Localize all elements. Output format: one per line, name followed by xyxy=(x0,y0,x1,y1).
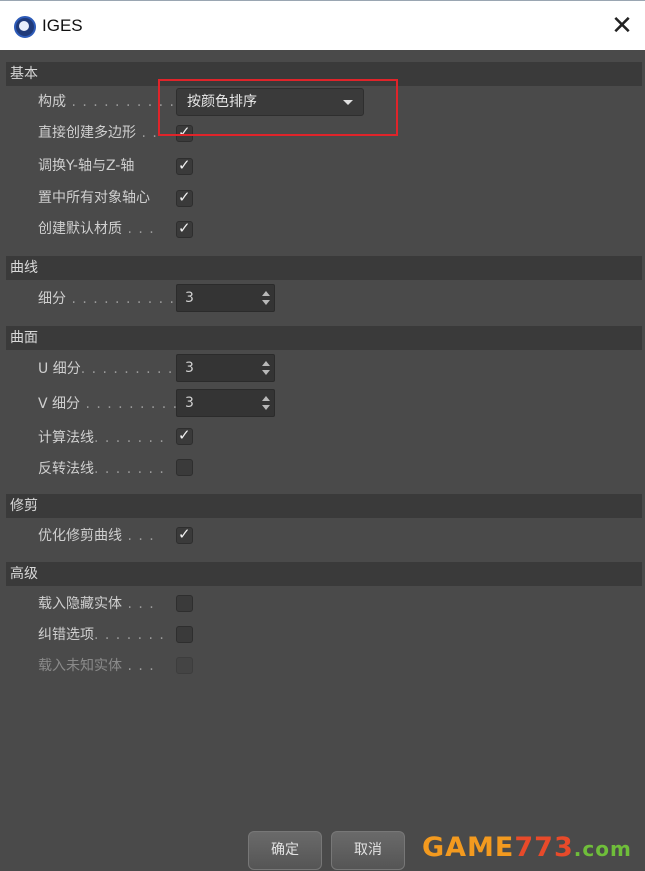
section-header-basic: 基本 xyxy=(6,62,642,86)
composition-label: 构成 xyxy=(38,94,66,110)
v-subdivision-dots: . . . . . . . . . xyxy=(80,396,179,412)
reverse-normals-row: 反转法线. . . . . . . xyxy=(38,457,165,481)
compute-normals-checkbox[interactable] xyxy=(176,426,193,445)
v-subdivision-label: V 细分 xyxy=(38,396,81,412)
stepper-arrows-icon[interactable] xyxy=(262,361,270,375)
watermark-part2: 773 xyxy=(514,832,574,863)
error-options-dots: . . . . . . . xyxy=(94,627,165,643)
u-subdivision-dots: . . . . . . . . . xyxy=(80,361,174,377)
swap-yz-checkbox[interactable] xyxy=(176,156,193,175)
u-subdivision-row: U 细分. . . . . . . . . xyxy=(38,357,173,381)
load-hidden-row: 载入隐藏实体 . . . xyxy=(38,592,155,616)
v-subdivision-stepper[interactable]: 3 xyxy=(176,389,275,417)
section-header-surfaces: 曲面 xyxy=(6,326,642,350)
curve-subdivision-label: 细分 xyxy=(38,291,66,307)
composition-dots: . . . . . . . . . . xyxy=(66,94,176,110)
load-hidden-dots: . . . xyxy=(122,596,155,612)
ok-button[interactable]: 确定 xyxy=(248,831,322,870)
load-unknown-dots: . . . xyxy=(122,658,155,674)
compute-normals-row: 计算法线. . . . . . . xyxy=(38,426,165,450)
load-hidden-label: 载入隐藏实体 xyxy=(38,596,122,612)
swap-yz-row: 调换Y-轴与Z-轴 xyxy=(38,154,134,178)
u-subdivision-stepper[interactable]: 3 xyxy=(176,354,275,382)
curve-subdivision-value: 3 xyxy=(185,290,194,306)
create-polygons-label: 直接创建多边形 xyxy=(38,125,136,141)
reverse-normals-dots: . . . . . . . xyxy=(94,461,165,477)
error-options-checkbox[interactable] xyxy=(176,626,193,643)
center-axes-row: 置中所有对象轴心 xyxy=(38,186,150,210)
center-axes-label: 置中所有对象轴心 xyxy=(38,190,150,206)
optimize-trim-checkbox[interactable] xyxy=(176,525,193,544)
close-button[interactable]: ✕ xyxy=(607,11,637,41)
load-unknown-checkbox xyxy=(176,657,193,674)
default-material-row: 创建默认材质 . . . xyxy=(38,217,155,241)
reverse-normals-checkbox[interactable] xyxy=(176,459,193,476)
composition-value: 按颜色排序 xyxy=(187,94,257,110)
site-watermark-logo: GAME773.com xyxy=(422,830,632,866)
cinema4d-app-icon xyxy=(14,16,36,38)
composition-dropdown[interactable]: 按颜色排序 xyxy=(176,88,364,116)
error-options-label: 纠错选项 xyxy=(38,627,94,643)
u-subdivision-label: U 细分 xyxy=(38,361,81,377)
optimize-trim-label: 优化修剪曲线 xyxy=(38,528,122,544)
compute-normals-label: 计算法线 xyxy=(38,430,94,446)
v-subdivision-row: V 细分 . . . . . . . . . xyxy=(38,392,178,416)
section-header-trim: 修剪 xyxy=(6,494,642,518)
default-material-label: 创建默认材质 xyxy=(38,221,122,237)
v-subdivision-value: 3 xyxy=(185,395,194,411)
compute-normals-dots: . . . . . . . xyxy=(94,430,165,446)
composition-label-row: 构成 . . . . . . . . . . xyxy=(38,90,175,114)
watermark-part3: .com xyxy=(573,837,632,861)
create-polygons-checkbox[interactable] xyxy=(176,123,193,142)
load-unknown-row: 载入未知实体 . . . xyxy=(38,654,155,678)
swap-yz-label: 调换Y-轴与Z-轴 xyxy=(38,158,135,174)
cancel-button[interactable]: 取消 xyxy=(331,831,405,870)
error-options-row: 纠错选项. . . . . . . xyxy=(38,623,165,647)
window-title: IGES xyxy=(42,16,83,35)
title-bar: IGES ✕ xyxy=(0,0,645,50)
stepper-arrows-icon[interactable] xyxy=(262,291,270,305)
dialog-content: 基本 构成 . . . . . . . . . . 按颜色排序 直接创建多边形 … xyxy=(0,50,645,871)
curve-subdivision-row: 细分 . . . . . . . . . . . xyxy=(38,287,186,311)
load-hidden-checkbox[interactable] xyxy=(176,595,193,612)
stepper-arrows-icon[interactable] xyxy=(262,396,270,410)
optimize-trim-dots: . . . xyxy=(122,528,155,544)
section-header-advanced: 高级 xyxy=(6,562,642,586)
center-axes-checkbox[interactable] xyxy=(176,188,193,207)
curve-subdivision-stepper[interactable]: 3 xyxy=(176,284,275,312)
reverse-normals-label: 反转法线 xyxy=(38,461,94,477)
optimize-trim-row: 优化修剪曲线 . . . xyxy=(38,524,155,548)
u-subdivision-value: 3 xyxy=(185,360,194,376)
load-unknown-label: 载入未知实体 xyxy=(38,658,122,674)
default-material-dots: . . . xyxy=(122,221,155,237)
watermark-part1: GAME xyxy=(422,832,515,863)
default-material-checkbox[interactable] xyxy=(176,219,193,238)
section-header-curves: 曲线 xyxy=(6,256,642,280)
chevron-down-icon xyxy=(343,100,353,105)
curve-subdivision-dots: . . . . . . . . . . . xyxy=(66,291,186,307)
create-polygons-row: 直接创建多边形 . . xyxy=(38,121,158,145)
create-polygons-dots: . . xyxy=(136,125,158,141)
